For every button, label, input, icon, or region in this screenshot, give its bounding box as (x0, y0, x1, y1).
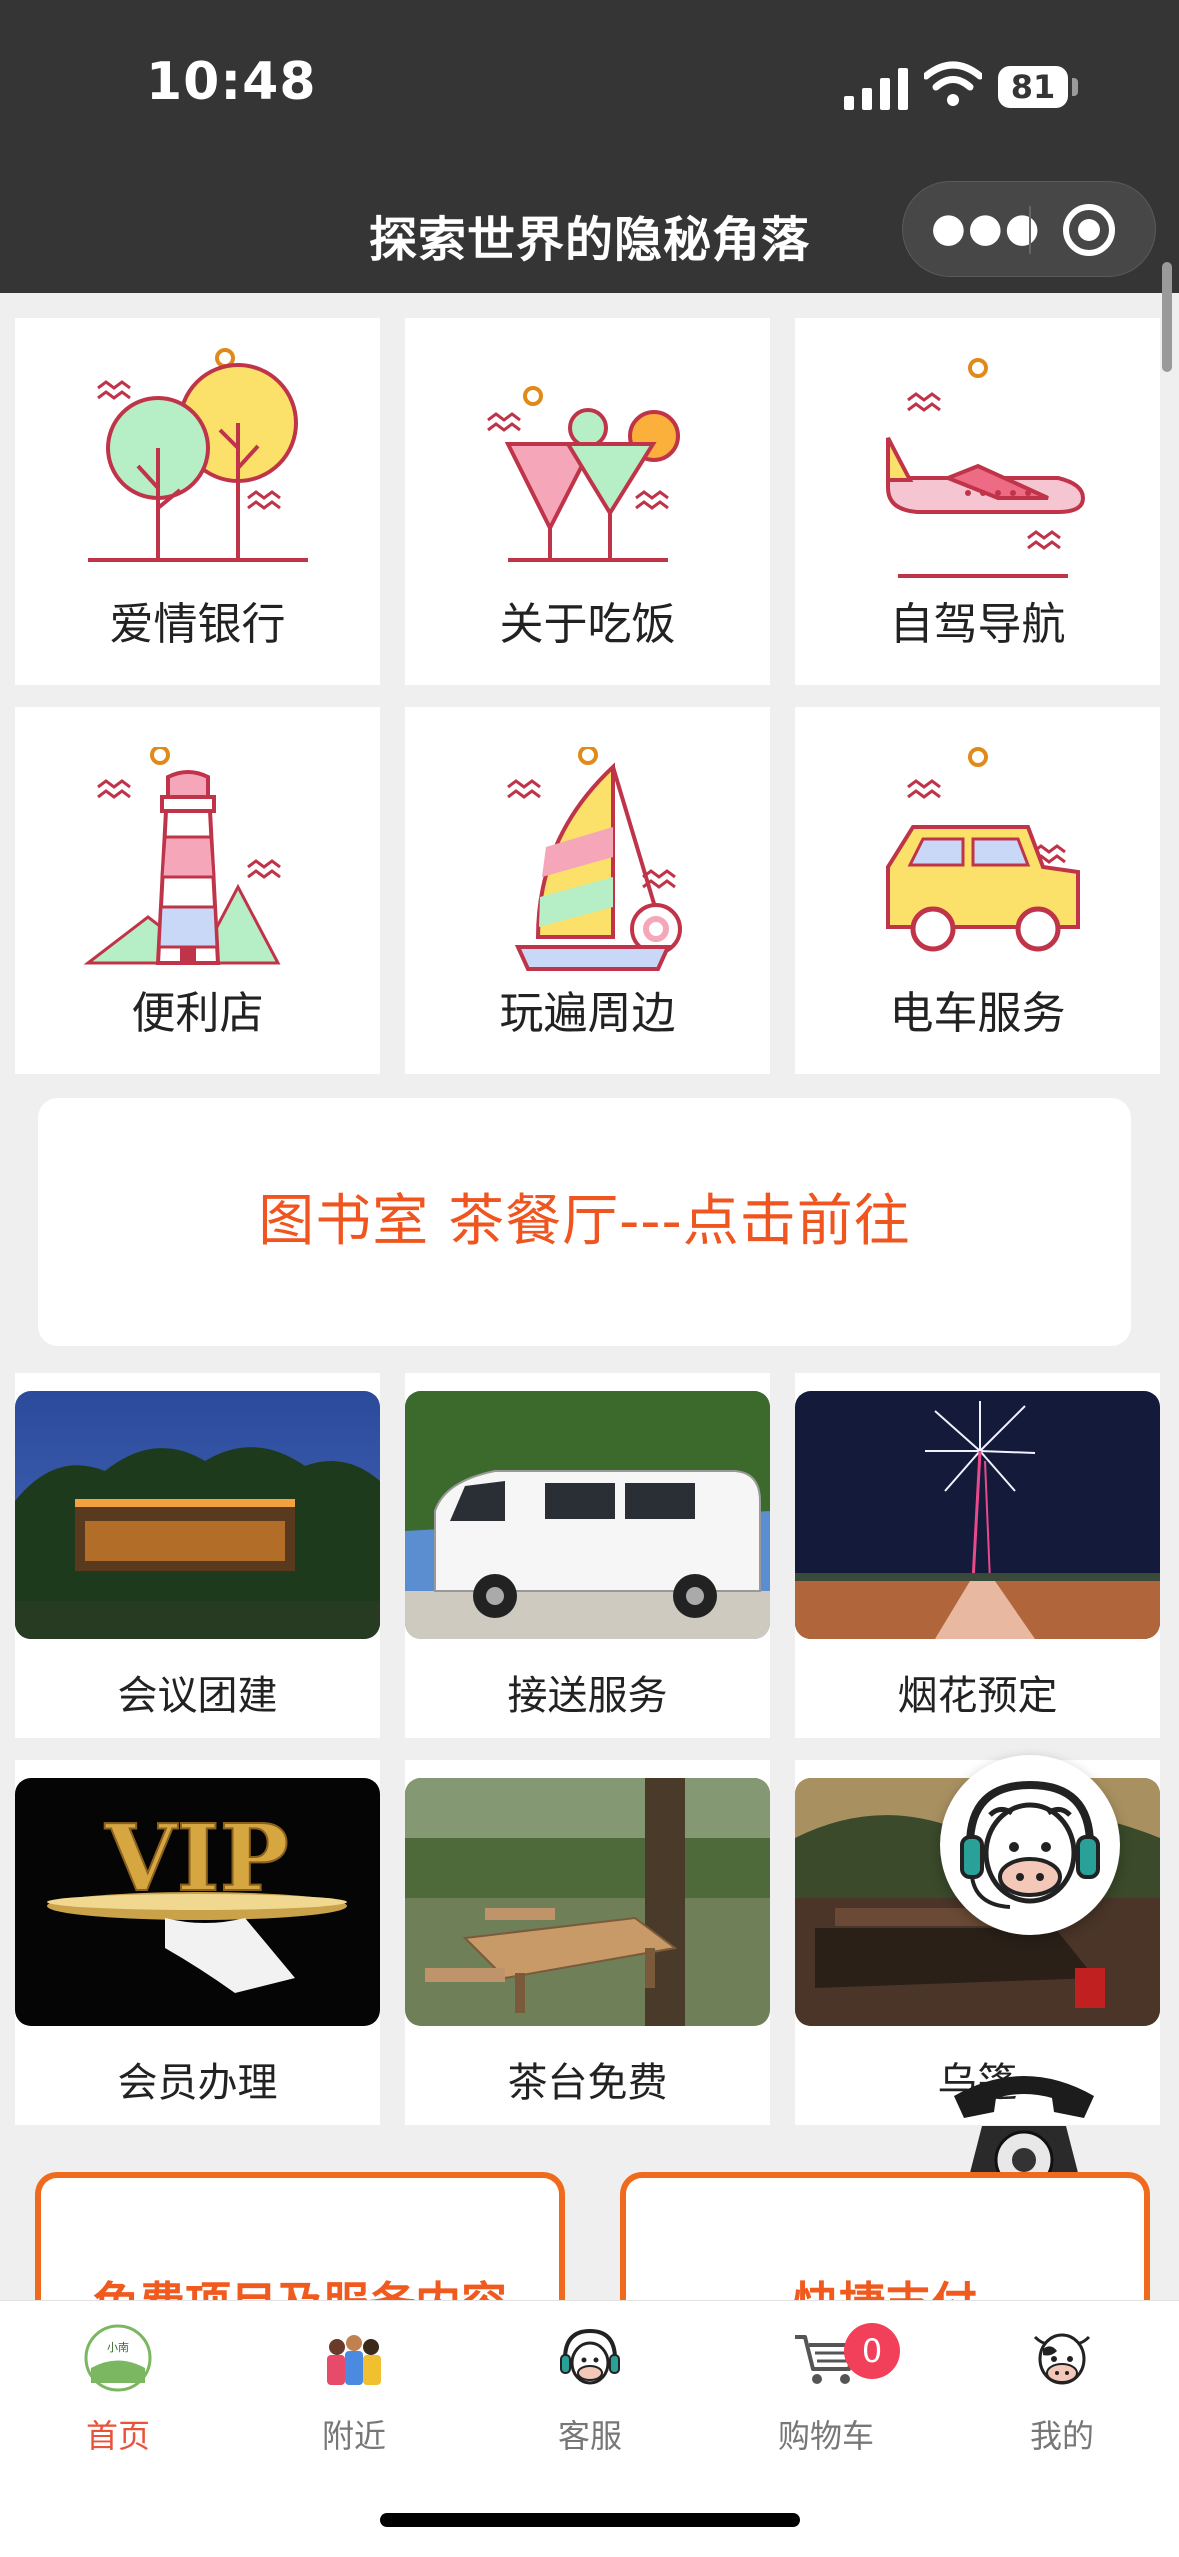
battery-icon: 81 (998, 66, 1068, 108)
feature-label: 爱情银行 (109, 599, 286, 650)
feature-label: 电车服务 (889, 988, 1066, 1039)
feature-about-dining[interactable]: 关于吃饭 (405, 318, 770, 685)
service-label: 茶台免费 (507, 2060, 668, 2106)
status-bar: 10:48 81 (0, 0, 1179, 165)
feature-explore-nearby[interactable]: 玩遍周边 (405, 707, 770, 1074)
service-label: 会员办理 (117, 2060, 278, 2106)
tab-profile[interactable]: 我的 (944, 2301, 1179, 2461)
sailboat-icon (506, 747, 682, 971)
nearby-people-icon (327, 2335, 381, 2385)
jeep-icon (885, 747, 1080, 952)
service-label: 会议团建 (117, 1673, 278, 1719)
tab-customer-service[interactable]: 客服 (472, 2301, 708, 2461)
cow-avatar-icon (1033, 2333, 1091, 2385)
airplane-icon (885, 358, 1085, 578)
feature-label: 玩遍周边 (499, 988, 676, 1039)
cocktail-icon (486, 386, 680, 562)
tab-label: 附近 (321, 2417, 386, 2455)
scrollbar[interactable] (1162, 262, 1172, 372)
home-indicator[interactable] (380, 2513, 800, 2527)
library-tea-banner[interactable]: 图书室 茶餐厅---点击前往 (38, 1098, 1131, 1346)
fireworks-photo (795, 1391, 1160, 1639)
service-fireworks[interactable]: 烟花预定 (795, 1373, 1160, 1738)
feature-love-bank[interactable]: 爱情银行 (15, 318, 380, 685)
tab-home[interactable]: 小南 首页 (0, 2301, 236, 2461)
feature-self-drive-navigation[interactable]: 自驾导航 (795, 318, 1160, 685)
service-label: 接送服务 (507, 1673, 668, 1719)
tab-label: 购物车 (777, 2417, 874, 2455)
van-photo (405, 1391, 770, 1639)
cow-headset-icon (960, 1780, 1100, 1909)
wifi-icon (924, 61, 982, 106)
tab-label: 首页 (85, 2417, 150, 2455)
tab-nearby[interactable]: 附近 (236, 2301, 472, 2461)
floating-customer-service-button[interactable] (940, 1755, 1120, 1935)
service-free-tea-table[interactable]: 茶台免费 (405, 1760, 770, 2125)
record-close-icon[interactable] (1063, 204, 1115, 256)
feature-convenience-store[interactable]: 便利店 (15, 707, 380, 1074)
vip-photo: VIP (15, 1778, 380, 2026)
villa-night-photo (15, 1391, 380, 1639)
service-label: 烟花预定 (897, 1673, 1058, 1719)
svg-text:小南: 小南 (107, 2341, 129, 2354)
trees-icon (87, 348, 308, 562)
mini-program-capsule: ●●● (902, 181, 1156, 277)
home-logo-icon: 小南 (84, 2324, 152, 2392)
battery-tip (1072, 78, 1078, 96)
feature-shuttle-service[interactable]: 电车服务 (795, 707, 1160, 1074)
tea-table-photo (405, 1778, 770, 2026)
customer-service-icon (560, 2328, 620, 2385)
nav-bar: 探索世界的隐秘角落 ●●● (0, 165, 1179, 293)
feature-label: 关于吃饭 (499, 599, 676, 650)
feature-label: 自驾导航 (889, 599, 1066, 650)
capsule-divider (1029, 206, 1031, 254)
service-pickup[interactable]: 接送服务 (405, 1373, 770, 1738)
signal-icon (844, 68, 908, 110)
service-membership[interactable]: VIP 会员办理 (15, 1760, 380, 2125)
tab-cart[interactable]: 0 购物车 (708, 2301, 944, 2461)
feature-label: 便利店 (131, 988, 264, 1039)
tab-label: 客服 (557, 2417, 622, 2455)
tab-label: 我的 (1029, 2417, 1094, 2455)
clock: 10:48 (146, 52, 317, 112)
service-team-building[interactable]: 会议团建 (15, 1373, 380, 1738)
cart-count-badge: 0 (844, 2323, 900, 2379)
lighthouse-icon (83, 747, 281, 965)
more-dots-icon[interactable]: ●●● (931, 208, 1040, 252)
